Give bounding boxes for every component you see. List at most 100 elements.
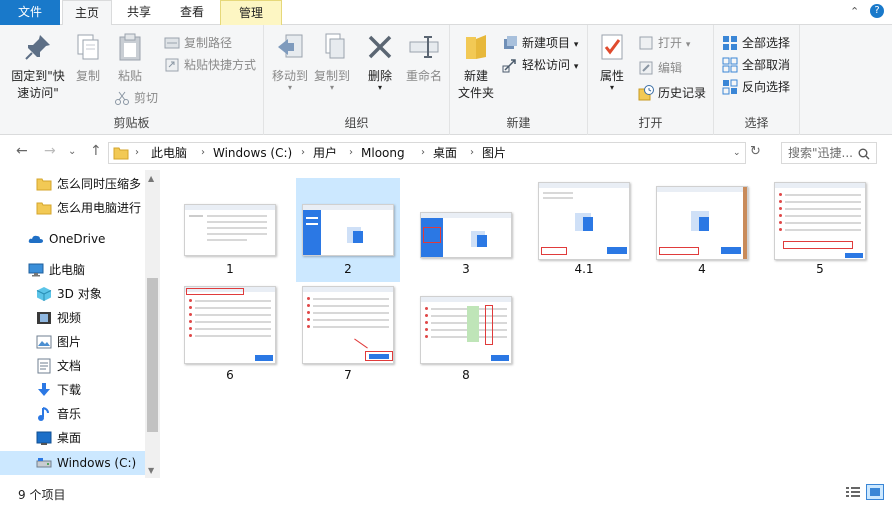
copy-to-button[interactable]: 复制到 ▾ xyxy=(312,31,352,92)
cloud-icon xyxy=(28,235,43,243)
nav-item-this-pc[interactable]: 此电脑 xyxy=(0,258,145,282)
breadcrumb-this-pc[interactable]: 此电脑 xyxy=(151,143,187,163)
nav-item-label: 下载 xyxy=(57,383,82,397)
breadcrumb-mloong[interactable]: Mloong xyxy=(361,143,405,163)
cube-icon xyxy=(36,287,52,301)
tab-home[interactable]: 主页 xyxy=(62,0,112,26)
nav-item-3d-objects[interactable]: 3D 对象 xyxy=(0,282,145,306)
breadcrumb-separator-icon[interactable]: › xyxy=(201,143,205,163)
nav-item-music[interactable]: 音乐 xyxy=(0,402,145,426)
nav-item-documents[interactable]: 文档 xyxy=(0,354,145,378)
rename-button[interactable]: 重命名 xyxy=(404,31,444,84)
nav-item-folder-compress[interactable]: 怎么同时压缩多 xyxy=(0,172,145,196)
invert-selection-button[interactable]: 反向选择 xyxy=(722,77,790,97)
computer-icon xyxy=(28,263,44,277)
nav-item-label: 文档 xyxy=(57,359,82,373)
pin-label-1: 固定到"快 xyxy=(11,69,65,83)
nav-item-onedrive[interactable]: OneDrive xyxy=(0,227,145,251)
file-item[interactable]: 1 xyxy=(178,178,282,282)
copy-button[interactable]: 复制 xyxy=(70,31,106,84)
tab-view[interactable]: 查看 xyxy=(166,0,218,25)
search-icon[interactable] xyxy=(858,148,870,160)
paste-icon xyxy=(119,33,141,61)
file-name: 8 xyxy=(462,368,470,382)
nav-item-pictures[interactable]: 图片 xyxy=(0,330,145,354)
breadcrumb-separator-icon[interactable]: › xyxy=(421,143,425,163)
easy-access-dropdown-icon: ▾ xyxy=(573,62,579,72)
paste-shortcut-button[interactable]: 粘贴快捷方式 xyxy=(164,55,256,75)
copy-path-label: 复制路径 xyxy=(184,36,233,50)
edit-icon xyxy=(639,61,653,75)
forward-arrow-icon[interactable]: → xyxy=(44,143,56,159)
easy-access-button[interactable]: 轻松访问 ▾ xyxy=(502,55,578,75)
invert-selection-label: 反向选择 xyxy=(742,80,791,94)
group-label-new: 新建 xyxy=(506,116,531,130)
breadcrumb-separator-icon[interactable]: › xyxy=(135,143,139,163)
new-folder-button[interactable]: 新建 文件夹 xyxy=(456,31,496,101)
properties-button[interactable]: 属性 ▾ xyxy=(594,31,630,92)
file-item[interactable]: 4.1 xyxy=(532,178,636,282)
file-item[interactable]: 3 xyxy=(414,178,518,282)
file-item[interactable]: 4 xyxy=(650,178,754,282)
file-item[interactable]: 6 xyxy=(178,284,282,388)
file-name: 3 xyxy=(462,262,470,276)
recent-locations-chevron-icon[interactable]: ⌄ xyxy=(68,146,76,157)
back-arrow-icon[interactable]: ← xyxy=(16,143,28,159)
breadcrumb-pictures[interactable]: 图片 xyxy=(482,143,506,163)
edit-button[interactable]: 编辑 xyxy=(638,58,682,78)
nav-pane-scrollbar[interactable]: ▲ ▼ xyxy=(145,170,160,478)
file-name: 6 xyxy=(226,368,234,382)
breadcrumb-desktop[interactable]: 桌面 xyxy=(433,143,457,163)
tab-manage[interactable]: 管理 xyxy=(220,0,282,25)
copy-path-button[interactable]: 复制路径 xyxy=(164,33,232,53)
large-icons-view-icon[interactable] xyxy=(866,484,884,500)
details-view-icon[interactable] xyxy=(844,484,862,500)
nav-item-downloads[interactable]: 下载 xyxy=(0,378,145,402)
pin-quick-access-button[interactable]: 固定到"快 速访问" xyxy=(8,31,68,101)
minimize-ribbon-icon[interactable]: ⌃ xyxy=(850,5,859,18)
copy-to-icon xyxy=(325,33,345,59)
history-button[interactable]: 历史记录 xyxy=(638,83,706,103)
nav-pane-scrollbar-thumb[interactable] xyxy=(147,278,158,432)
nav-item-videos[interactable]: 视频 xyxy=(0,306,145,330)
help-icon[interactable]: ? xyxy=(870,4,884,18)
nav-item-folder-computer[interactable]: 怎么用电脑进行 xyxy=(0,196,145,220)
address-bar[interactable]: › 此电脑 › Windows (C:) › 用户 › Mloong › 桌面 … xyxy=(108,142,746,164)
video-icon xyxy=(37,312,51,324)
breadcrumb-users[interactable]: 用户 xyxy=(313,143,337,163)
nav-item-windows-c[interactable]: Windows (C:) xyxy=(0,451,145,475)
breadcrumb-windows-c[interactable]: Windows (C:) xyxy=(213,143,292,163)
file-item[interactable]: 7 xyxy=(296,284,400,388)
file-item[interactable]: 8 xyxy=(414,284,518,388)
tab-share[interactable]: 共享 xyxy=(114,0,164,25)
paste-button[interactable]: 粘贴 xyxy=(112,31,148,84)
breadcrumb-separator-icon[interactable]: › xyxy=(349,143,353,163)
delete-button[interactable]: 删除 ▾ xyxy=(362,31,398,92)
rename-label: 重命名 xyxy=(405,69,442,83)
open-button[interactable]: 打开 ▾ xyxy=(638,33,690,53)
group-organize: 移动到 ▾ 复制到 ▾ 删除 ▾ 重命名 组织 xyxy=(264,25,450,135)
file-name: 7 xyxy=(344,368,352,382)
cut-button[interactable]: 剪切 xyxy=(114,88,158,108)
file-list: 1 2 3 4.1 4 5 6 7 8 xyxy=(160,170,892,478)
file-item[interactable]: 5 xyxy=(768,178,872,282)
breadcrumb-separator-icon[interactable]: › xyxy=(470,143,474,163)
select-none-button[interactable]: 全部取消 xyxy=(722,55,790,75)
address-dropdown-icon[interactable]: ⌄ xyxy=(733,143,741,163)
move-to-button[interactable]: 移动到 ▾ xyxy=(270,31,310,92)
file-item[interactable]: 2 xyxy=(296,178,400,282)
item-count: 9 个项目 xyxy=(18,488,66,502)
select-all-button[interactable]: 全部选择 xyxy=(722,33,790,53)
tab-file[interactable]: 文件 xyxy=(0,0,60,25)
scroll-up-arrow-icon[interactable]: ▲ xyxy=(148,174,154,183)
breadcrumb-separator-icon[interactable]: › xyxy=(301,143,305,163)
move-to-icon xyxy=(278,34,303,58)
up-arrow-icon[interactable]: ↑ xyxy=(90,143,102,159)
nav-item-desktop[interactable]: 桌面 xyxy=(0,426,145,450)
refresh-icon[interactable]: ↻ xyxy=(750,144,761,159)
file-name: 1 xyxy=(226,262,234,276)
open-dropdown-icon: ▾ xyxy=(685,40,691,50)
new-item-button[interactable]: 新建项目 ▾ xyxy=(502,33,578,53)
invert-selection-icon xyxy=(722,79,738,95)
scroll-down-arrow-icon[interactable]: ▼ xyxy=(148,466,154,475)
